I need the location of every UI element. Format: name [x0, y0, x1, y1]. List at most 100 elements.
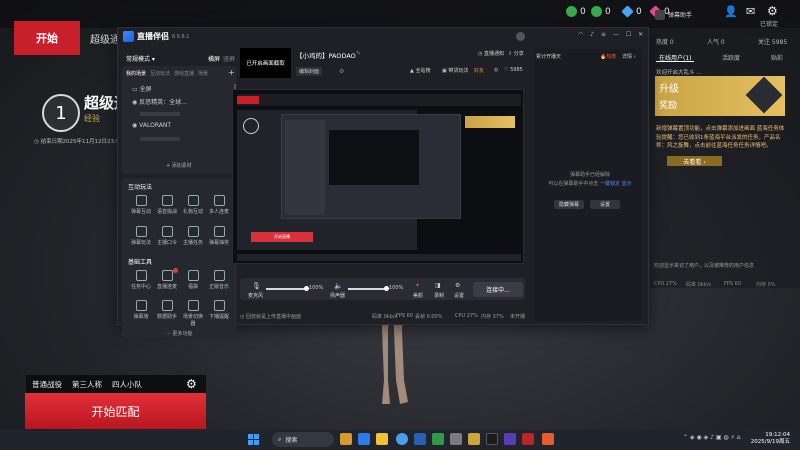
bell-icon[interactable]: ♪ [590, 31, 594, 38]
tray-icons[interactable]: ⌃ ◈ ◉ ◈ ♪ ▣ ◍ ⚡ ⌂ [683, 434, 741, 441]
match-view[interactable]: 第三人称 [72, 379, 102, 390]
file-explorer-icon[interactable] [376, 433, 388, 445]
match-mode[interactable]: 普通战役 [32, 379, 62, 390]
tiktok-icon[interactable] [486, 433, 498, 445]
go-see-button[interactable]: 去看看 › [667, 156, 722, 166]
tool-data-assistant[interactable]: 数据助手 [156, 300, 178, 320]
tab-my-scenes[interactable]: 我的场景 [126, 70, 146, 77]
detail-link[interactable]: 详情 › [622, 53, 636, 60]
tool-bullet-wall[interactable]: 弹幕墙 [130, 300, 152, 320]
show-link[interactable]: 显示 [622, 181, 632, 187]
beauty-label[interactable]: 美颜 [413, 292, 423, 299]
taskbar-app-icon[interactable] [414, 433, 426, 445]
taskbar-app-icon[interactable] [340, 433, 352, 445]
scene-item[interactable]: ◉ 反恐精英：全球... [132, 97, 187, 106]
cover-settings-icon[interactable]: ⚙ [339, 68, 344, 75]
system-clock[interactable]: 19:12:04 2025/9/19周五 [748, 432, 790, 447]
tab-scene[interactable]: 场景 [198, 70, 208, 77]
speaker-volume-slider[interactable] [348, 288, 386, 290]
taskbar-app-icon[interactable] [468, 433, 480, 445]
avatar[interactable] [516, 32, 525, 41]
footer-stat-cpu: CPU 27% [654, 281, 677, 287]
beauty-icon[interactable]: ✦ [415, 282, 420, 289]
mic-icon [161, 195, 173, 206]
tab-game-live[interactable]: 游戏直播 [174, 70, 194, 77]
mail-icon[interactable]: ✉ [746, 5, 755, 18]
upgrade-reward-card[interactable]: 升级 奖励 [655, 76, 785, 116]
friends-icon[interactable]: 👤 [724, 5, 738, 18]
mic-volume-slider[interactable] [266, 288, 306, 290]
footer-memory: 内存 37% [481, 314, 504, 320]
tool-gift-interaction[interactable]: 礼物互动 [182, 195, 204, 215]
cover-capture-box[interactable]: 已开启画面截取 [240, 48, 291, 78]
edit-cover-button[interactable]: 编辑封面 [296, 67, 323, 76]
tab-activity[interactable]: 活跃度 [722, 53, 740, 62]
tool-live-link[interactable]: 直播连麦 [156, 270, 178, 290]
edit-title-icon[interactable]: ✎ [356, 50, 361, 57]
headset-icon[interactable]: ◠ [578, 31, 583, 38]
maximize-icon[interactable]: ☐ [626, 31, 631, 38]
tab-interactive[interactable]: 互动玩法 [150, 70, 170, 77]
share-button[interactable]: ⇪ 分享 [508, 50, 524, 57]
hide-bullet-button[interactable]: 隐藏弹幕 [554, 200, 584, 209]
more-features-button[interactable]: ··· 更多功能 [166, 330, 192, 337]
tab-stickers[interactable]: 贴彩 [771, 53, 783, 62]
record-icon[interactable]: ◨ [435, 282, 441, 289]
taskbar-app-icon[interactable] [432, 433, 444, 445]
windows-start-icon[interactable] [248, 434, 259, 445]
tool-lucky-bag[interactable]: 福袋 [182, 270, 204, 290]
bullet-settings-button[interactable]: 设置 [590, 200, 620, 209]
tool-scene-switcher[interactable]: 场景切换器 [182, 300, 204, 327]
match-team[interactable]: 四人小队 [112, 379, 142, 390]
orientation-portrait[interactable]: 竖屏 [223, 54, 235, 63]
friends-button[interactable]: 好友 [474, 67, 484, 74]
assistant-lock[interactable]: 已锁定 [760, 19, 778, 28]
tool-multi-mic[interactable]: 多人连麦 [208, 195, 230, 215]
settings-label[interactable]: 设置 [454, 292, 464, 299]
tool-streamer-command[interactable]: 主播口令 [156, 226, 178, 246]
preview-start-tab [237, 96, 259, 104]
stream-title[interactable]: 【小鸡的】PAODAO [296, 50, 356, 60]
scene-item[interactable]: ▭ 全屏 [132, 84, 152, 93]
close-icon[interactable]: ✕ [638, 31, 643, 38]
one-click-lock-link[interactable]: 一键锁定 [600, 181, 620, 187]
tool-music[interactable]: 正版音乐 [208, 270, 230, 290]
mic-percent: 100% [309, 285, 324, 291]
start-match-button[interactable]: 开始匹配 [25, 393, 206, 429]
orientation-landscape[interactable]: 横屏 [208, 54, 220, 63]
settings-icon[interactable]: ⚙ [455, 282, 460, 289]
taskbar-app-icon[interactable] [504, 433, 516, 445]
live-notice-button[interactable]: ◷ 直播通知 [478, 50, 504, 57]
tool-bullet-interaction[interactable]: 弹幕互动 [130, 195, 152, 215]
tool-offline-reminder[interactable]: 下播提醒 [208, 300, 230, 320]
rank-button[interactable]: ▲ 全站榜 [410, 67, 430, 74]
speaker-icon[interactable]: 🔈 [334, 282, 343, 290]
taskbar-app-icon[interactable] [450, 433, 462, 445]
microphone-icon[interactable]: 🎙 [252, 282, 261, 290]
add-scene-icon[interactable]: + [228, 68, 235, 77]
match-settings-gear-icon[interactable]: ⚙ [186, 377, 197, 391]
tool-task-center[interactable]: 任务中心 [130, 270, 152, 290]
tool-bullet-lottery[interactable]: 弹幕抽奖 [208, 226, 230, 246]
tool-streamer-task[interactable]: 主播任务 [182, 226, 204, 246]
cart-icon[interactable]: ◍ [494, 67, 498, 73]
menu-icon[interactable]: ≡ [601, 31, 606, 38]
edge-browser-icon[interactable] [396, 433, 408, 445]
mode-dropdown[interactable]: 常规模式 ▾ [126, 54, 155, 63]
add-material-button[interactable]: + 添加素材 [166, 162, 192, 169]
commerce-button[interactable]: ▣ 带货玩法 [442, 67, 468, 74]
start-tab[interactable]: 开始 [14, 21, 80, 55]
tool-bullet-game[interactable]: 弹幕玩法 [130, 226, 152, 246]
connect-live-button[interactable]: 连接中... [473, 282, 523, 297]
stream-preview[interactable]: 开始直播 [232, 89, 524, 264]
taskbar-search[interactable]: ⌕ 搜索 [272, 432, 334, 447]
taskbar-app-icon[interactable] [358, 433, 370, 445]
scene-item[interactable]: ◉ VALORANT [132, 122, 171, 129]
minimize-icon[interactable]: — [613, 31, 619, 38]
taskbar-app-icon[interactable] [542, 433, 554, 445]
record-label[interactable]: 录制 [434, 292, 444, 299]
tool-voice-challenge[interactable]: 语音挑战 [156, 195, 178, 215]
taskbar-app-icon[interactable] [522, 433, 534, 445]
mode-tab[interactable]: 超级通 [90, 31, 120, 46]
settings-gear-icon[interactable]: ⚙ [767, 4, 778, 18]
